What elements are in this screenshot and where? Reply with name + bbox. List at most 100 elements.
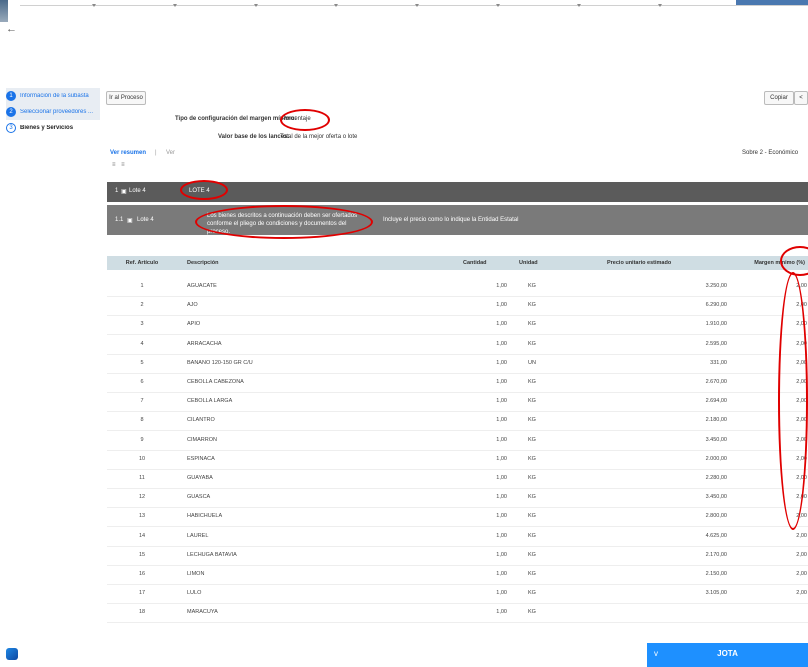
sublote-name: Lote 4 <box>137 217 154 223</box>
header-ref: Ref. Artículo <box>125 260 159 266</box>
cell-margin: 2,00 <box>796 532 807 539</box>
step-select-suppliers[interactable]: 2 Seleccionar proveedores ... <box>6 104 100 120</box>
top-accent <box>736 0 808 5</box>
cell-price: 1.910,00 <box>705 321 727 328</box>
sublote-toggle-icon[interactable]: ▣ <box>127 217 133 224</box>
go-to-process-button[interactable]: Ir al Proceso <box>106 91 146 105</box>
cell-price: 2.150,00 <box>705 571 727 577</box>
cell-unit: KG <box>528 532 536 539</box>
dropdown-caret-icon[interactable] <box>254 4 258 7</box>
step-number: 2 <box>6 107 16 117</box>
cell-quantity: 1,00 <box>496 436 507 443</box>
cell-ref: 2 <box>140 302 144 309</box>
cell-unit: KG <box>528 551 536 558</box>
cell-price: 2.000,00 <box>705 455 727 462</box>
cell-quantity: 1,00 <box>496 379 507 385</box>
cell-unit: KG <box>528 302 536 309</box>
dropdown-caret-icon[interactable] <box>658 4 662 7</box>
table-row: 9 CIMARRON 1,00 KG 3.450,00 2,00 <box>107 431 808 451</box>
cell-ref: 16 <box>138 571 146 577</box>
cell-ref: 5 <box>140 359 144 366</box>
cell-description: AJO <box>187 302 198 309</box>
cell-quantity: 1,00 <box>496 532 507 539</box>
app-logo-icon <box>6 648 18 660</box>
cell-description: CIMARRON <box>187 436 217 443</box>
cell-ref: 6 <box>140 379 144 385</box>
cell-ref: 3 <box>140 321 144 328</box>
step-goods-services[interactable]: 3 Bienes y Servicios <box>6 120 100 136</box>
top-divider <box>20 5 808 6</box>
cell-price: 2.800,00 <box>705 513 727 520</box>
table-row: 8 CILANTRO 1,00 KG 2.180,00 2,00 <box>107 411 808 432</box>
arrow-left-icon[interactable]: ← <box>6 23 17 35</box>
cell-quantity: 1,00 <box>496 571 507 577</box>
sublote-tax-note: Incluye el precio como lo indique la Ent… <box>383 217 519 223</box>
cell-ref: 13 <box>138 513 146 520</box>
cell-quantity: 1,00 <box>496 494 507 501</box>
previous-button[interactable]: < <box>794 91 808 105</box>
dropdown-caret-icon[interactable] <box>334 4 338 7</box>
margin-type-label: Tipo de configuración del margen mínimo: <box>175 116 297 122</box>
expand-collapse-icon[interactable]: ≡ ≡ <box>112 162 127 168</box>
cell-ref: 1 <box>140 283 144 289</box>
cell-description: GUASCA <box>187 494 211 501</box>
annotation-circle <box>280 109 330 131</box>
cell-quantity: 1,00 <box>496 398 507 405</box>
cell-quantity: 1,00 <box>496 321 507 328</box>
step-label: Seleccionar proveedores ... <box>20 109 94 115</box>
lote-name: Lote 4 <box>129 188 146 194</box>
cell-description: CEBOLLA LARGA <box>187 398 233 405</box>
cell-unit: KG <box>528 590 536 597</box>
dropdown-caret-icon[interactable] <box>92 4 96 7</box>
cell-description: AGUACATE <box>187 283 217 289</box>
step-auction-info[interactable]: 1 Información de la subasta <box>6 88 100 104</box>
copy-button[interactable]: Copiar <box>764 91 794 105</box>
cell-quantity: 1,00 <box>496 551 507 558</box>
cell-price: 331,00 <box>710 359 727 366</box>
annotation-circle <box>778 272 808 530</box>
cell-description: CILANTRO <box>187 417 215 424</box>
cell-price: 3.105,00 <box>705 590 727 597</box>
table-row: 7 CEBOLLA LARGA 1,00 KG 2.694,00 2,00 <box>107 392 808 413</box>
cell-ref: 12 <box>138 494 146 501</box>
header-quantity: Cantidad <box>463 260 487 266</box>
table-row: 13 HABICHUELA 1,00 KG 2.800,00 2,00 <box>107 507 808 528</box>
chat-widget[interactable]: v JOTA <box>647 643 808 667</box>
cell-price: 6.290,00 <box>705 302 727 309</box>
lote-toggle-icon[interactable]: ▣ <box>121 188 127 195</box>
table-row: 16 LIMON 1,00 KG 2.150,00 2,00 <box>107 565 808 585</box>
cell-ref: 7 <box>140 398 144 405</box>
cell-description: CEBOLLA CABEZONA <box>187 379 244 385</box>
cell-margin: 2,00 <box>796 590 807 597</box>
cell-ref: 14 <box>138 532 146 539</box>
step-number: 1 <box>6 91 16 101</box>
cell-quantity: 1,00 <box>496 455 507 462</box>
step-label: Bienes y Servicios <box>20 125 74 131</box>
table-row: 3 APIO 1,00 KG 1.910,00 2,00 <box>107 315 808 336</box>
dropdown-caret-icon[interactable] <box>496 4 500 7</box>
cell-price: 2.694,00 <box>705 398 727 405</box>
table-row: 18 MARACUYA 1,00 KG <box>107 603 808 624</box>
cell-price: 2.180,00 <box>705 417 727 424</box>
table-row: 17 LULO 1,00 KG 3.105,00 2,00 <box>107 584 808 605</box>
annotation-circle <box>195 205 373 239</box>
base-value-label: Valor base de los lances: <box>218 134 290 140</box>
cell-margin: 2,00 <box>796 551 807 558</box>
cell-unit: KG <box>528 436 536 443</box>
cell-unit: KG <box>528 398 536 405</box>
cell-quantity: 1,00 <box>496 417 507 424</box>
table-row: 5 BANANO 120-150 GR C/U 1,00 UN 331,00 2,00 <box>107 354 808 374</box>
cell-unit: KG <box>528 494 536 501</box>
cell-ref: 9 <box>140 436 144 443</box>
cell-unit: KG <box>528 321 536 328</box>
dropdown-caret-icon[interactable] <box>173 4 177 7</box>
view-summary-link[interactable]: Ver resumen <box>110 150 146 156</box>
cell-description: APIO <box>187 321 201 328</box>
table-row: 12 GUASCA 1,00 KG 3.450,00 2,00 <box>107 488 808 509</box>
view-link[interactable]: Ver <box>166 150 175 156</box>
table-row: 10 ESPINACA 1,00 KG 2.000,00 2,00 <box>107 450 808 470</box>
cell-margin: 2,00 <box>796 571 807 577</box>
dropdown-caret-icon[interactable] <box>415 4 419 7</box>
dropdown-caret-icon[interactable] <box>577 4 581 7</box>
base-value-text: Total de la mejor oferta o lote <box>280 134 358 140</box>
